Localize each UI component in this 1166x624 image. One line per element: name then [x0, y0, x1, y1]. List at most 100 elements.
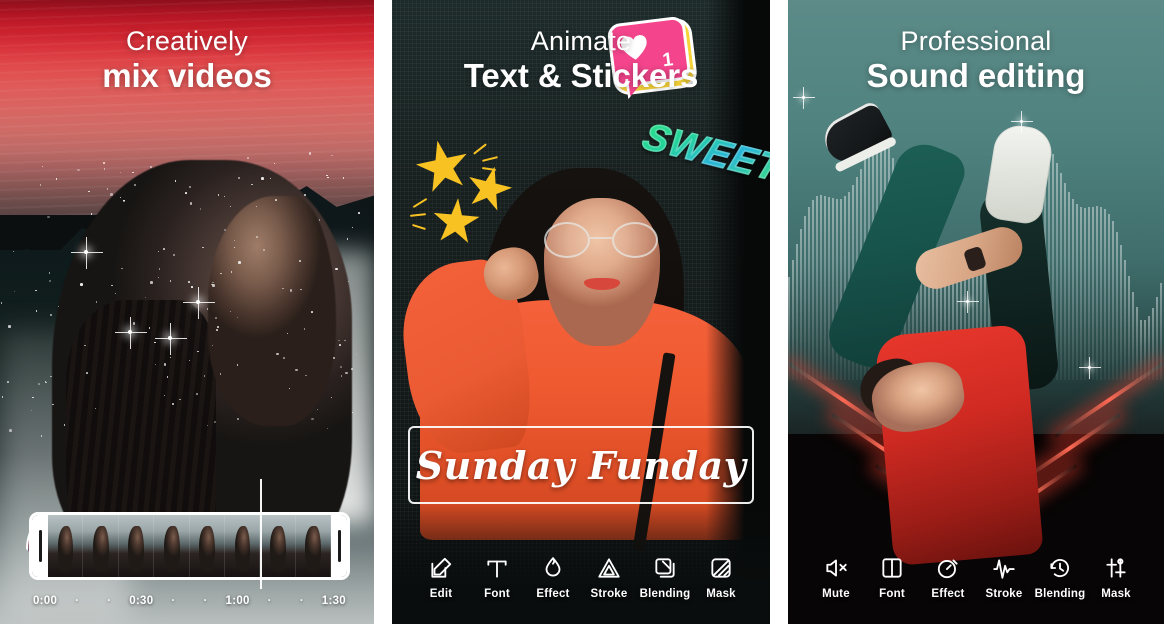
tool-label: Stroke [590, 588, 628, 600]
waveform-bar [1132, 292, 1134, 380]
tool-blending[interactable]: Blending [1032, 555, 1088, 600]
tool-blending[interactable]: Blending [637, 555, 693, 600]
waveform-bar [1144, 320, 1146, 380]
tool-effect[interactable]: Effect [525, 555, 581, 600]
timeline-dot: · [299, 595, 304, 607]
waveform-bar [1128, 275, 1130, 380]
pencil-square-icon [428, 555, 454, 581]
tool-label: Blending [639, 588, 691, 600]
waveform-bar [796, 243, 798, 380]
caption-text: Sunday Funday [415, 442, 747, 488]
layers-square-icon [652, 555, 678, 581]
waveform-bar [1136, 307, 1138, 380]
font-t-icon [484, 555, 510, 581]
timeline-dot: · [171, 595, 176, 607]
waveform-bar [1060, 173, 1062, 380]
star-icon [411, 135, 475, 199]
tool-mute[interactable]: Mute [808, 555, 864, 600]
tool-label: Effect [536, 588, 570, 600]
waveform-bar [812, 200, 814, 380]
timeline-dot: · [203, 595, 208, 607]
waveform-bar [1092, 206, 1094, 380]
droplet-icon [540, 555, 566, 581]
tool-mask[interactable]: Mask [693, 555, 749, 600]
timeline-time-3: 1:30 [321, 595, 346, 607]
playhead[interactable] [260, 479, 262, 589]
panel-text-stickers: Animate Text & Stickers 1 SWEET Sunday F… [392, 0, 770, 624]
sparkle-line [412, 197, 428, 209]
tool-effect[interactable]: Effect [920, 555, 976, 600]
filmstrip-frame [189, 515, 225, 577]
speaker-mute-icon [823, 555, 849, 581]
tool-mask[interactable]: Mask [1088, 555, 1144, 600]
waveform-bar [1112, 221, 1114, 380]
timeline-ruler: 0:00 · · 0:30 · · 1:00 · · 1:30 [29, 590, 350, 612]
waveform-bar [1084, 207, 1086, 380]
waveform-bar [820, 195, 822, 380]
split-rectangle-icon [879, 555, 905, 581]
panel2-toolbar: Edit Font Effect Stroke Blending Mask [392, 555, 770, 600]
triangle-icon [596, 555, 622, 581]
panel3-toolbar: Mute Font Effect Stroke Blending Mask [788, 555, 1164, 600]
trim-handle-right[interactable] [331, 515, 347, 577]
like-badge-sticker[interactable]: 1 [606, 15, 692, 89]
tool-label: Font [484, 588, 510, 600]
waveform-bar [1064, 183, 1066, 380]
filmstrip-frames [48, 515, 331, 577]
waveform-bar [792, 259, 794, 380]
waveform-bar [1100, 206, 1102, 380]
timeline-time-0: 0:00 [32, 595, 58, 607]
waveform-icon [991, 555, 1017, 581]
timeline-dot: · [75, 595, 80, 607]
waveform-bar [828, 196, 830, 380]
waveform-bar [1080, 206, 1082, 380]
waveform-bar [1124, 259, 1126, 380]
caption-textbox[interactable]: Sunday Funday [408, 426, 754, 504]
screenshot-gallery: Creatively mix videos 0:00 · · 0:30 · · … [0, 0, 1166, 624]
waveform-bar [816, 196, 818, 380]
filmstrip-frame [48, 515, 84, 577]
waveform-bar [1108, 213, 1110, 380]
waveform-bar [1088, 207, 1090, 380]
filmstrip-frame [154, 515, 190, 577]
filmstrip-frame [260, 515, 296, 577]
tool-font[interactable]: Font [864, 555, 920, 600]
timeline-dot: · [267, 595, 272, 607]
waveform-bar [1072, 198, 1074, 380]
panel-mix-videos: Creatively mix videos 0:00 · · 0:30 · · … [0, 0, 374, 624]
tool-edit[interactable]: Edit [413, 555, 469, 600]
clock-rotate-icon [1047, 555, 1073, 581]
waveform-bar [1116, 231, 1118, 380]
sparkle-icon [793, 87, 815, 109]
sparkle-line [473, 143, 487, 155]
glasses-lens-left [544, 222, 590, 258]
filmstrip-frame [118, 515, 155, 577]
sparkle-icon [1011, 111, 1033, 133]
waveform-bar [832, 198, 834, 380]
filmstrip[interactable] [29, 512, 350, 580]
tool-font[interactable]: Font [469, 555, 525, 600]
trim-handle-left[interactable] [32, 515, 48, 577]
waveform-bar [1076, 203, 1078, 380]
waveform-bar [1140, 319, 1142, 380]
like-badge-bubble [606, 15, 692, 89]
waveform-bar [824, 195, 826, 380]
star-dot [47, 215, 50, 219]
glasses [542, 222, 660, 258]
waveform-bar [800, 228, 802, 380]
face-profile [208, 196, 336, 426]
glasses-lens-right [612, 222, 658, 258]
subject-face [544, 198, 660, 346]
tool-label: Edit [429, 588, 453, 600]
stars-sticker[interactable] [409, 132, 530, 258]
panel-sound-editing: Professional Sound editing Mute Font Effec… [788, 0, 1164, 624]
star-icon [430, 196, 482, 248]
waveform-bar [1120, 244, 1122, 380]
tool-stroke[interactable]: Stroke [581, 555, 637, 600]
tool-stroke[interactable]: Stroke [976, 555, 1032, 600]
tool-label: Mask [706, 588, 736, 600]
filmstrip-frame [295, 515, 331, 577]
sparkle-line [412, 223, 426, 231]
tool-label: Mask [1101, 588, 1131, 600]
filmstrip-frame [224, 515, 261, 577]
